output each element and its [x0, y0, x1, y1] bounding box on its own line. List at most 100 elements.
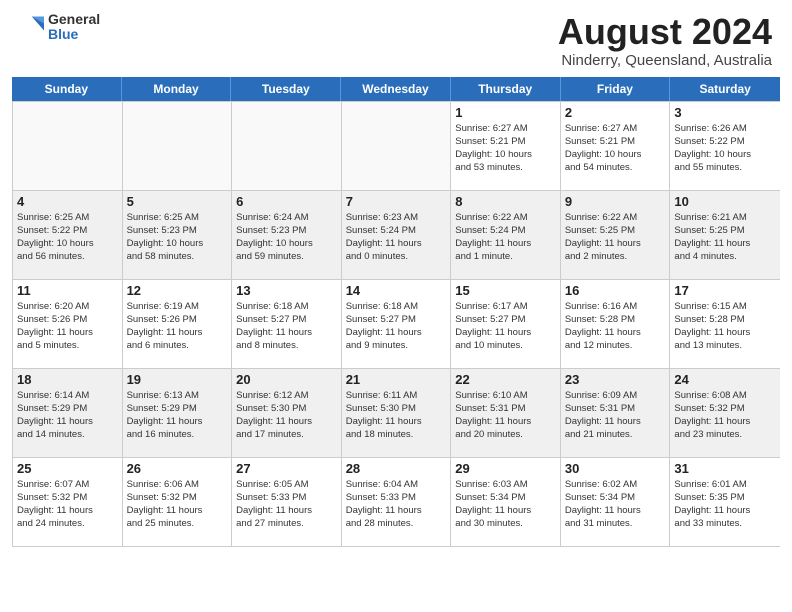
day-number: 23: [565, 372, 666, 387]
day-number: 21: [346, 372, 447, 387]
day-number: 6: [236, 194, 337, 209]
logo-blue-text: Blue: [48, 27, 100, 42]
day-info: Sunrise: 6:06 AM Sunset: 5:32 PM Dayligh…: [127, 478, 228, 531]
calendar-day-11: 11 Sunrise: 6:20 AM Sunset: 5:26 PM Dayli…: [13, 280, 123, 368]
day-number: 24: [674, 372, 776, 387]
day-info: Sunrise: 6:23 AM Sunset: 5:24 PM Dayligh…: [346, 211, 447, 264]
day-info: Sunrise: 6:24 AM Sunset: 5:23 PM Dayligh…: [236, 211, 337, 264]
day-number: 22: [455, 372, 556, 387]
day-number: 25: [17, 461, 118, 476]
day-number: 7: [346, 194, 447, 209]
calendar-day-9: 9Sunrise: 6:22 AM Sunset: 5:25 PM Daylig…: [561, 191, 671, 279]
day-number: 2: [565, 105, 666, 120]
calendar-day-7: 7 Sunrise: 6:23 AM Sunset: 5:24 PM Daylig…: [342, 191, 452, 279]
day-info: Sunrise: 6:18 AM Sunset: 5:27 PM Dayligh…: [236, 300, 337, 353]
day-info: Sunrise: 6:21 AM Sunset: 5:25 PM Dayligh…: [674, 211, 776, 264]
day-number: 12: [127, 283, 228, 298]
calendar-day-22: 22 Sunrise: 6:10 AM Sunset: 5:31 PM Dayli…: [451, 369, 561, 457]
day-number: 13: [236, 283, 337, 298]
title-block: August 2024 Ninderry, Queensland, Austra…: [558, 12, 772, 69]
day-number: 14: [346, 283, 447, 298]
page: General Blue August 2024 Ninderry, Queen…: [0, 0, 792, 612]
calendar-day-12: 12 Sunrise: 6:19 AM Sunset: 5:26 PM Dayli…: [123, 280, 233, 368]
day-info: Sunrise: 6:16 AM Sunset: 5:28 PM Dayligh…: [565, 300, 666, 353]
day-info: Sunrise: 6:07 AM Sunset: 5:32 PM Dayligh…: [17, 478, 118, 531]
day-info: Sunrise: 6:03 AM Sunset: 5:34 PM Dayligh…: [455, 478, 556, 531]
day-number: 30: [565, 461, 666, 476]
day-info: Sunrise: 6:27 AM Sunset: 5:21 PM Dayligh…: [565, 122, 666, 175]
day-number: 20: [236, 372, 337, 387]
calendar-day-20: 20 Sunrise: 6:12 AM Sunset: 5:30 PM Dayli…: [232, 369, 342, 457]
calendar-empty-cell: [13, 102, 123, 190]
calendar: SundayMondayTuesdayWednesdayThursdayFrid…: [12, 77, 780, 602]
day-info: Sunrise: 6:25 AM Sunset: 5:22 PM Dayligh…: [17, 211, 118, 264]
header: General Blue August 2024 Ninderry, Queen…: [0, 0, 792, 77]
day-info: Sunrise: 6:22 AM Sunset: 5:25 PM Dayligh…: [565, 211, 666, 264]
calendar-week-5: 25 Sunrise: 6:07 AM Sunset: 5:32 PM Dayli…: [13, 457, 780, 546]
day-number: 26: [127, 461, 228, 476]
calendar-day-30: 30 Sunrise: 6:02 AM Sunset: 5:34 PM Dayli…: [561, 458, 671, 546]
day-header-monday: Monday: [122, 77, 232, 101]
day-info: Sunrise: 6:04 AM Sunset: 5:33 PM Dayligh…: [346, 478, 447, 531]
calendar-day-4: 4Sunrise: 6:25 AM Sunset: 5:22 PM Daylig…: [13, 191, 123, 279]
calendar-day-19: 19 Sunrise: 6:13 AM Sunset: 5:29 PM Dayli…: [123, 369, 233, 457]
day-number: 15: [455, 283, 556, 298]
calendar-day-27: 27 Sunrise: 6:05 AM Sunset: 5:33 PM Dayli…: [232, 458, 342, 546]
day-number: 5: [127, 194, 228, 209]
day-info: Sunrise: 6:20 AM Sunset: 5:26 PM Dayligh…: [17, 300, 118, 353]
day-number: 19: [127, 372, 228, 387]
day-info: Sunrise: 6:22 AM Sunset: 5:24 PM Dayligh…: [455, 211, 556, 264]
day-info: Sunrise: 6:02 AM Sunset: 5:34 PM Dayligh…: [565, 478, 666, 531]
day-info: Sunrise: 6:13 AM Sunset: 5:29 PM Dayligh…: [127, 389, 228, 442]
day-header-thursday: Thursday: [451, 77, 561, 101]
calendar-day-3: 3Sunrise: 6:26 AM Sunset: 5:22 PM Daylig…: [670, 102, 780, 190]
calendar-day-25: 25 Sunrise: 6:07 AM Sunset: 5:32 PM Dayli…: [13, 458, 123, 546]
calendar-day-28: 28 Sunrise: 6:04 AM Sunset: 5:33 PM Dayli…: [342, 458, 452, 546]
day-number: 16: [565, 283, 666, 298]
day-info: Sunrise: 6:01 AM Sunset: 5:35 PM Dayligh…: [674, 478, 776, 531]
day-number: 11: [17, 283, 118, 298]
calendar-day-29: 29 Sunrise: 6:03 AM Sunset: 5:34 PM Dayli…: [451, 458, 561, 546]
calendar-day-23: 23Sunrise: 6:09 AM Sunset: 5:31 PM Dayli…: [561, 369, 671, 457]
day-number: 28: [346, 461, 447, 476]
day-info: Sunrise: 6:11 AM Sunset: 5:30 PM Dayligh…: [346, 389, 447, 442]
day-number: 29: [455, 461, 556, 476]
calendar-day-14: 14 Sunrise: 6:18 AM Sunset: 5:27 PM Dayli…: [342, 280, 452, 368]
day-header-sunday: Sunday: [12, 77, 122, 101]
calendar-day-17: 17Sunrise: 6:15 AM Sunset: 5:28 PM Dayli…: [670, 280, 780, 368]
logo-general-text: General: [48, 12, 100, 27]
calendar-day-1: 1Sunrise: 6:27 AM Sunset: 5:21 PM Daylig…: [451, 102, 561, 190]
calendar-day-15: 15Sunrise: 6:17 AM Sunset: 5:27 PM Dayli…: [451, 280, 561, 368]
day-info: Sunrise: 6:26 AM Sunset: 5:22 PM Dayligh…: [674, 122, 776, 175]
calendar-day-13: 13 Sunrise: 6:18 AM Sunset: 5:27 PM Dayli…: [232, 280, 342, 368]
day-number: 18: [17, 372, 118, 387]
day-info: Sunrise: 6:05 AM Sunset: 5:33 PM Dayligh…: [236, 478, 337, 531]
day-header-saturday: Saturday: [670, 77, 780, 101]
calendar-week-3: 11 Sunrise: 6:20 AM Sunset: 5:26 PM Dayli…: [13, 279, 780, 368]
calendar-day-16: 16 Sunrise: 6:16 AM Sunset: 5:28 PM Dayli…: [561, 280, 671, 368]
day-info: Sunrise: 6:10 AM Sunset: 5:31 PM Dayligh…: [455, 389, 556, 442]
calendar-day-31: 31Sunrise: 6:01 AM Sunset: 5:35 PM Dayli…: [670, 458, 780, 546]
calendar-day-5: 5 Sunrise: 6:25 AM Sunset: 5:23 PM Daylig…: [123, 191, 233, 279]
calendar-day-10: 10 Sunrise: 6:21 AM Sunset: 5:25 PM Dayli…: [670, 191, 780, 279]
day-info: Sunrise: 6:12 AM Sunset: 5:30 PM Dayligh…: [236, 389, 337, 442]
day-number: 1: [455, 105, 556, 120]
calendar-week-2: 4Sunrise: 6:25 AM Sunset: 5:22 PM Daylig…: [13, 190, 780, 279]
logo: General Blue: [16, 12, 100, 43]
day-number: 10: [674, 194, 776, 209]
day-number: 17: [674, 283, 776, 298]
calendar-header: SundayMondayTuesdayWednesdayThursdayFrid…: [12, 77, 780, 101]
calendar-day-6: 6 Sunrise: 6:24 AM Sunset: 5:23 PM Daylig…: [232, 191, 342, 279]
day-info: Sunrise: 6:18 AM Sunset: 5:27 PM Dayligh…: [346, 300, 447, 353]
calendar-day-18: 18Sunrise: 6:14 AM Sunset: 5:29 PM Dayli…: [13, 369, 123, 457]
day-number: 27: [236, 461, 337, 476]
calendar-day-26: 26 Sunrise: 6:06 AM Sunset: 5:32 PM Dayli…: [123, 458, 233, 546]
calendar-day-8: 8Sunrise: 6:22 AM Sunset: 5:24 PM Daylig…: [451, 191, 561, 279]
day-info: Sunrise: 6:19 AM Sunset: 5:26 PM Dayligh…: [127, 300, 228, 353]
day-info: Sunrise: 6:25 AM Sunset: 5:23 PM Dayligh…: [127, 211, 228, 264]
logo-icon: [16, 13, 44, 41]
calendar-week-4: 18Sunrise: 6:14 AM Sunset: 5:29 PM Dayli…: [13, 368, 780, 457]
day-header-tuesday: Tuesday: [231, 77, 341, 101]
calendar-day-2: 2 Sunrise: 6:27 AM Sunset: 5:21 PM Daylig…: [561, 102, 671, 190]
logo-text: General Blue: [48, 12, 100, 43]
